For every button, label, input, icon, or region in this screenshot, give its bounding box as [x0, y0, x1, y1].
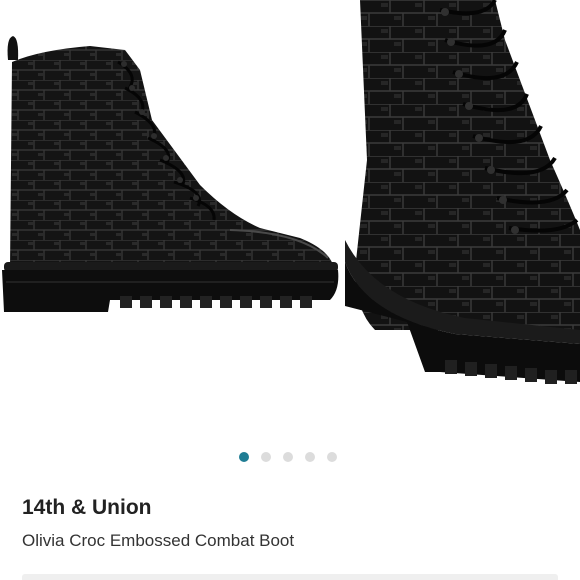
product-title: Olivia Croc Embossed Combat Boot [22, 531, 295, 550]
carousel-dot-3[interactable] [283, 452, 293, 462]
carousel-pagination-dots [0, 452, 580, 464]
product-image-closeup-view[interactable] [345, 0, 580, 440]
carousel-dot-4[interactable] [305, 452, 315, 462]
product-image-carousel[interactable] [0, 0, 580, 440]
carousel-dot-1[interactable] [239, 452, 249, 462]
carousel-dot-2[interactable] [261, 452, 271, 462]
product-brand[interactable]: 14th & Union [22, 496, 152, 520]
carousel-dot-5[interactable] [327, 452, 337, 462]
product-image-side-view[interactable] [0, 0, 345, 440]
next-section-edge [22, 574, 558, 580]
